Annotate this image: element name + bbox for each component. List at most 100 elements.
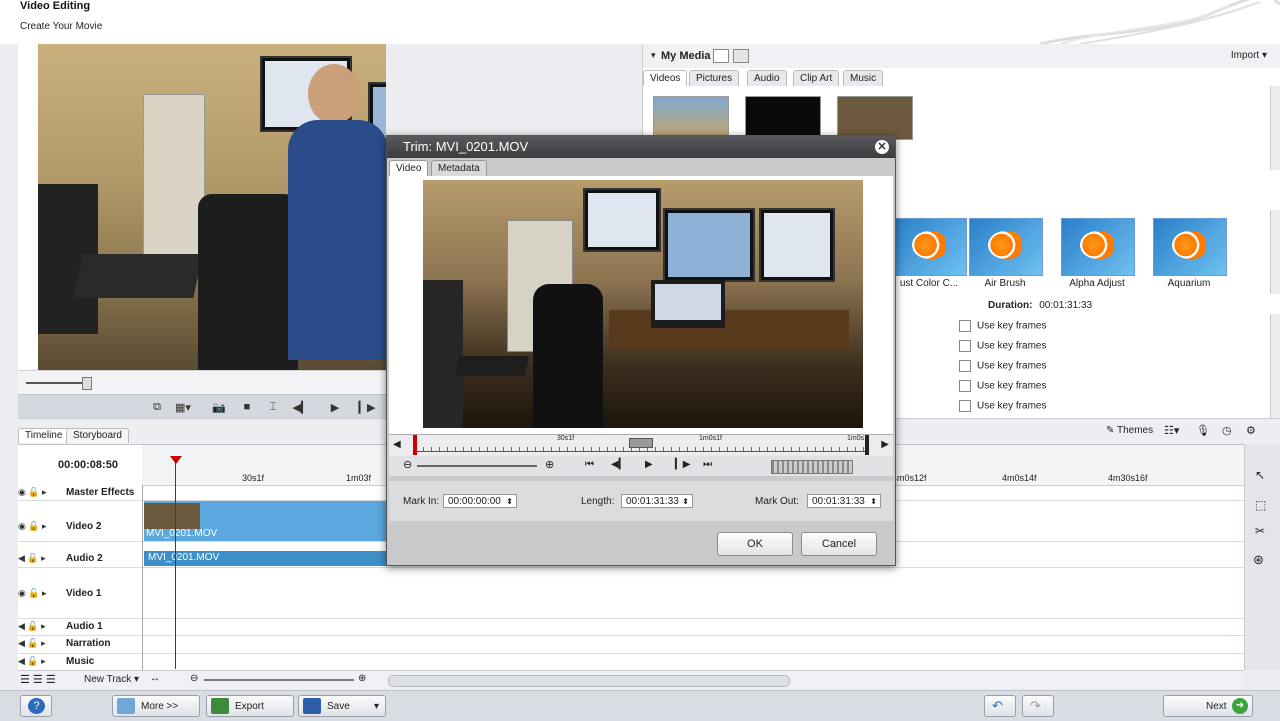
tab-pictures[interactable]: Pictures xyxy=(689,70,740,86)
track-controls-icon[interactable]: ◀ 🔓 ▸ xyxy=(18,638,46,649)
zoom-slider[interactable] xyxy=(204,679,354,681)
length-field[interactable]: 00:01:31:33 ⬍ xyxy=(621,494,693,508)
zoom-in-icon[interactable]: ⊕ xyxy=(358,673,366,684)
view-toggle-icon[interactable]: ☰ ☰ ☰ xyxy=(20,673,56,686)
tab-metadata[interactable]: Metadata xyxy=(431,160,487,177)
play-icon[interactable]: ▶ xyxy=(324,399,346,415)
keyframe-row[interactable]: Use key frames xyxy=(959,400,1046,412)
prev-frame-icon[interactable]: ◀▎ xyxy=(290,399,312,415)
effects-scrollbar[interactable] xyxy=(1270,210,1280,294)
video-clip[interactable]: MVI_0201.MOV xyxy=(144,501,386,541)
track-controls-icon[interactable]: ◉ 🔓 ▸ xyxy=(18,487,47,498)
next-frame-icon[interactable]: ▎▶ xyxy=(675,459,690,470)
zoom-out-icon[interactable]: ⊖ xyxy=(190,673,198,684)
export-button[interactable]: Export xyxy=(206,695,294,717)
effect-thumbnail[interactable] xyxy=(969,218,1043,276)
trim-ruler[interactable]: ◀ 30s1f 1m0s1f 1m0s ▶ xyxy=(389,434,893,457)
help-button[interactable]: ? xyxy=(20,695,52,717)
next-frame-icon[interactable]: ▎▶ xyxy=(356,399,378,415)
preview-scrubber[interactable] xyxy=(18,370,386,395)
tab-timeline[interactable]: Timeline xyxy=(18,428,70,443)
close-icon[interactable]: ✕ xyxy=(875,140,889,154)
grid-view-icon[interactable] xyxy=(713,49,729,63)
zoom-in-icon[interactable]: ⊕ xyxy=(545,458,554,471)
timeline-scrollbar[interactable] xyxy=(388,675,790,687)
undo-button[interactable]: ↶ xyxy=(984,695,1016,717)
keyframe-checkbox[interactable] xyxy=(959,320,971,332)
spinner-icon[interactable]: ⬍ xyxy=(870,495,877,509)
playhead-marker-icon[interactable] xyxy=(170,456,182,464)
properties-scrollbar[interactable] xyxy=(1270,314,1280,418)
keyframe-checkbox[interactable] xyxy=(959,380,971,392)
spinner-icon[interactable]: ⬍ xyxy=(506,495,513,509)
jog-wheel[interactable] xyxy=(771,460,853,474)
mark-in-handle[interactable] xyxy=(413,435,417,455)
track-controls-icon[interactable]: ◀ 🔓 ▸ xyxy=(18,656,46,667)
trim-zoom-slider[interactable] xyxy=(417,465,537,467)
mark-in-field[interactable]: 00:00:00:00 ⬍ xyxy=(443,494,517,508)
snapshot-icon[interactable]: 📷 xyxy=(208,399,230,415)
redo-button[interactable]: ↷ xyxy=(1022,695,1054,717)
trim-scroll-thumb[interactable] xyxy=(629,438,653,448)
track-controls-icon[interactable]: ◉ 🔓 ▸ xyxy=(18,521,47,532)
effect-thumbnail[interactable] xyxy=(893,218,967,276)
layout-menu-icon[interactable]: ▦▾ xyxy=(172,399,194,415)
next-button[interactable]: Next ➜ xyxy=(1163,695,1253,717)
microphone-icon[interactable]: 🎙 xyxy=(1196,424,1210,437)
tools-icon[interactable]: ⚙ xyxy=(1246,424,1256,437)
keyframe-row[interactable]: Use key frames xyxy=(959,380,1046,392)
go-end-icon[interactable]: ⏭ xyxy=(703,459,712,470)
track-menu-icon[interactable]: ☷▾ xyxy=(1164,424,1179,437)
ok-button[interactable]: OK xyxy=(717,532,793,556)
collapse-icon[interactable]: ▾ xyxy=(651,50,656,61)
track-controls-icon[interactable]: ◉ 🔓 ▸ xyxy=(18,588,47,599)
more-button[interactable]: More >> xyxy=(112,695,200,717)
track-narration[interactable]: ◀ 🔓 ▸ Narration xyxy=(18,636,1244,654)
tab-audio[interactable]: Audio xyxy=(747,70,787,86)
mark-out-field[interactable]: 00:01:31:33 ⬍ xyxy=(807,494,881,508)
themes-button[interactable]: ✎ Themes xyxy=(1106,425,1153,436)
save-dropdown-icon[interactable]: ▾ xyxy=(374,701,379,712)
split-icon[interactable]: ⌶ xyxy=(262,399,284,415)
keyframe-row[interactable]: Use key frames xyxy=(959,340,1046,352)
keyframe-checkbox[interactable] xyxy=(959,400,971,412)
media-thumbnail[interactable] xyxy=(745,96,821,140)
new-track-button[interactable]: New Track ▾ xyxy=(84,674,139,685)
track-controls-icon[interactable]: ◀ 🔓 ▸ xyxy=(18,553,46,564)
track-video-1[interactable]: ◉ 🔓 ▸ Video 1 xyxy=(18,568,1244,619)
media-scrollbar[interactable] xyxy=(1270,86,1280,170)
scroll-left-icon[interactable]: ◀ xyxy=(393,439,401,450)
scroll-right-icon[interactable]: ▶ xyxy=(881,439,889,450)
play-icon[interactable]: ▶ xyxy=(645,459,653,470)
tab-storyboard[interactable]: Storyboard xyxy=(66,428,129,443)
keyframe-checkbox[interactable] xyxy=(959,340,971,352)
playhead[interactable] xyxy=(175,457,176,669)
tab-videos[interactable]: Videos xyxy=(643,70,688,86)
keyframe-row[interactable]: Use key frames xyxy=(959,320,1046,332)
tab-music[interactable]: Music xyxy=(843,70,884,86)
cut-tool-icon[interactable]: ✂ xyxy=(1255,524,1265,538)
stop-icon[interactable]: ■ xyxy=(236,399,258,415)
tab-video[interactable]: Video xyxy=(389,160,429,177)
mark-out-handle[interactable] xyxy=(865,435,869,455)
keyframe-row[interactable]: Use key frames xyxy=(959,360,1046,372)
media-thumbnail[interactable] xyxy=(653,96,729,140)
go-start-icon[interactable]: ⏮ xyxy=(585,459,594,470)
effect-thumbnail[interactable] xyxy=(1153,218,1227,276)
import-button[interactable]: Import ▾ xyxy=(1231,50,1267,61)
prev-frame-icon[interactable]: ◀▎ xyxy=(611,459,626,470)
track-audio-1[interactable]: ◀ 🔓 ▸ Audio 1 xyxy=(18,619,1244,636)
select-tool-icon[interactable]: ↖ xyxy=(1255,468,1265,482)
list-view-icon[interactable] xyxy=(733,49,749,63)
tab-clip-art[interactable]: Clip Art xyxy=(793,70,840,86)
ripple-tool-icon[interactable]: ⊛ xyxy=(1253,552,1264,568)
zoom-out-icon[interactable]: ⊖ xyxy=(403,458,412,471)
track-music[interactable]: ◀ 🔓 ▸ Music xyxy=(18,654,1244,671)
spinner-icon[interactable]: ⬍ xyxy=(682,495,689,509)
save-button[interactable]: Save ▾ xyxy=(298,695,386,717)
cancel-button[interactable]: Cancel xyxy=(801,532,877,556)
media-thumbnail[interactable] xyxy=(837,96,913,140)
fit-icon[interactable]: ↔ xyxy=(150,673,160,684)
keyframe-checkbox[interactable] xyxy=(959,360,971,372)
aspect-icon[interactable]: ⧉ xyxy=(146,399,168,415)
